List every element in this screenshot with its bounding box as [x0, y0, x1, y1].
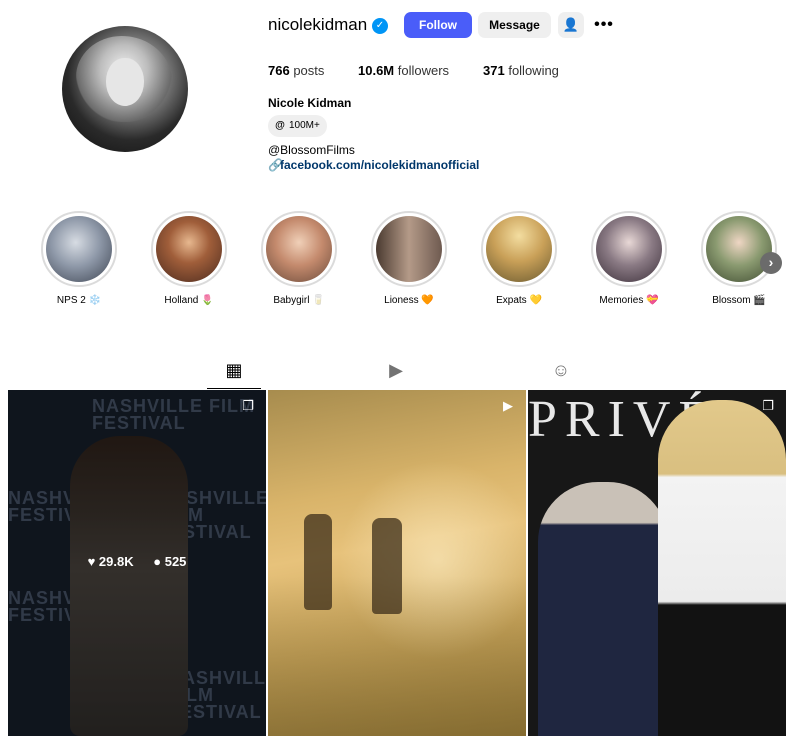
highlight-image — [46, 216, 112, 282]
highlight-ring — [261, 211, 337, 287]
following-stat[interactable]: 371 following — [483, 63, 559, 78]
profile-link[interactable]: 🔗facebook.com/nicolekidmanofficial — [268, 158, 479, 172]
highlight-babygirl[interactable]: Babygirl 🥛 — [261, 211, 337, 306]
highlight-label: Lioness 🧡 — [384, 295, 434, 306]
carousel-icon: ❐ — [242, 398, 254, 413]
following-label: following — [508, 63, 559, 78]
followers-count: 10.6M — [358, 63, 395, 78]
highlight-ring — [591, 211, 667, 287]
post-subject — [658, 400, 786, 736]
highlight-ring — [371, 211, 447, 287]
highlight-ring — [481, 211, 557, 287]
highlight-label: Memories 💝 — [599, 295, 659, 306]
highlight-label: NPS 2 ❄️ — [56, 295, 102, 306]
profile-avatar[interactable] — [62, 26, 188, 152]
add-user-icon[interactable]: 👤 — [558, 12, 584, 38]
message-button[interactable]: Message — [478, 12, 551, 38]
avatar-face — [106, 58, 144, 106]
highlight-image — [706, 216, 772, 282]
instagram-profile-page: nicolekidman ✓ Follow Message 👤 ••• 766 … — [0, 0, 803, 736]
followers-stat[interactable]: 10.6M followers — [358, 63, 449, 78]
posts-count: 766 — [268, 63, 290, 78]
threads-count: 100M+ — [289, 120, 320, 131]
posts-stat: 766 posts — [268, 63, 324, 78]
comments-stat: ● 525 — [153, 554, 186, 569]
follow-button[interactable]: Follow — [404, 12, 472, 38]
post-stats-overlay: ♥ 29.8K ● 525 — [8, 554, 266, 569]
highlight-ring — [41, 211, 117, 287]
post-tile[interactable]: NASHVILLE FILM FESTIVAL NASHVILLE FILM F… — [8, 390, 266, 736]
post-subject — [304, 514, 332, 610]
grid-icon[interactable]: ▦ — [207, 358, 261, 386]
post-subject — [372, 518, 402, 614]
threads-badge[interactable]: @100M+ — [268, 115, 327, 137]
profile-link-text: facebook.com/nicolekidmanofficial — [280, 158, 480, 172]
highlight-label: Expats 💛 — [496, 295, 542, 306]
highlight-label: Babygirl 🥛 — [273, 295, 325, 306]
highlight-ring — [151, 211, 227, 287]
verified-badge-icon: ✓ — [372, 18, 388, 34]
post-tile[interactable]: PRIVÉ ❐ — [528, 390, 786, 736]
comments-count: 525 — [164, 554, 187, 569]
following-count: 371 — [483, 63, 505, 78]
highlight-expats[interactable]: Expats 💛 — [481, 211, 557, 306]
profile-username: nicolekidman — [268, 15, 368, 34]
posts-label: posts — [293, 63, 325, 78]
reels-icon[interactable]: ▶ — [369, 358, 423, 386]
profile-full-name: Nicole Kidman — [268, 96, 352, 110]
highlight-image — [156, 216, 222, 282]
highlight-image — [486, 216, 552, 282]
comment-icon: ● — [153, 554, 162, 569]
highlight-image — [266, 216, 332, 282]
highlight-image — [376, 216, 442, 282]
highlight-lioness[interactable]: Lioness 🧡 — [371, 211, 447, 306]
reels-icon: ▶ — [503, 398, 513, 413]
more-options-icon[interactable]: ••• — [590, 12, 618, 38]
likes-count: 29.8K — [98, 554, 134, 569]
post-tile[interactable]: ▶ — [268, 390, 526, 736]
link-icon: 🔗 — [268, 158, 283, 172]
highlight-memories[interactable]: Memories 💝 — [591, 211, 667, 306]
tagged-icon[interactable]: ☺ — [534, 358, 588, 386]
highlight-ring — [701, 211, 777, 287]
highlight-image — [596, 216, 662, 282]
chevron-right-icon[interactable]: › — [760, 252, 782, 274]
highlight-nps2[interactable]: NPS 2 ❄️ — [41, 211, 117, 306]
active-tab-indicator — [207, 388, 261, 389]
highlight-holland[interactable]: Holland 🌷 — [151, 211, 227, 306]
highlight-label: Holland 🌷 — [164, 295, 214, 306]
likes-stat: ♥ 29.8K — [88, 554, 134, 569]
threads-icon: @ — [275, 120, 285, 131]
bio-mention[interactable]: @BlossomFilms — [268, 143, 355, 157]
heart-icon: ♥ — [87, 554, 96, 569]
followers-label: followers — [397, 63, 450, 78]
highlight-label: Blossom 🎬 — [712, 295, 766, 306]
carousel-icon: ❐ — [762, 398, 774, 413]
post-subject — [538, 482, 668, 736]
